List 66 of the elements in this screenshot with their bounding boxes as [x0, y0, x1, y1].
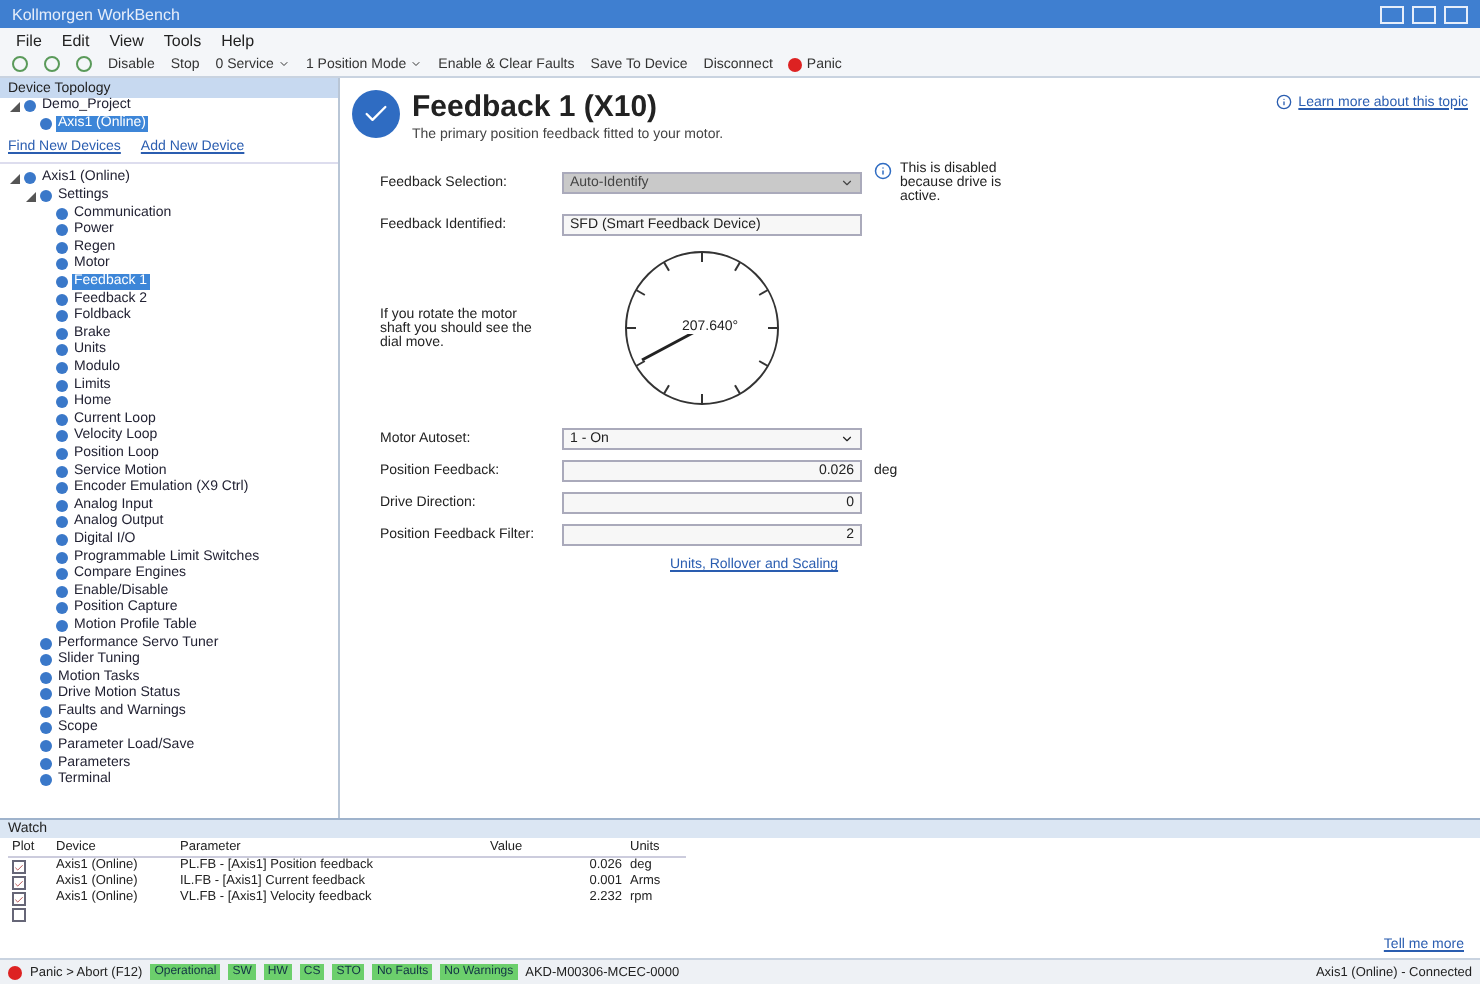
node-icon: [56, 533, 68, 546]
node-icon: [56, 379, 68, 392]
node-icon: [40, 688, 52, 701]
node-icon: [56, 413, 68, 426]
node-icon: [40, 654, 52, 667]
node-icon: [56, 396, 68, 409]
page-title: Feedback 1 (X10): [412, 90, 660, 124]
node-icon: [40, 740, 52, 753]
node-icon: [40, 774, 52, 787]
maximize-button[interactable]: [1412, 5, 1436, 23]
circle-icon[interactable]: [12, 56, 28, 72]
caret-icon: [840, 432, 854, 446]
circle-icon[interactable]: [76, 56, 92, 72]
node-icon: [56, 224, 68, 237]
node-icon: [40, 757, 52, 770]
node-icon: [40, 190, 52, 203]
expand-arrow-icon[interactable]: [9, 101, 19, 112]
expand-arrow-icon[interactable]: [9, 173, 19, 184]
node-icon: [56, 207, 68, 220]
caret-icon: [277, 58, 290, 70]
circle-icon[interactable]: [44, 56, 60, 72]
checkbox[interactable]: [12, 860, 26, 874]
stop-icon: [8, 965, 22, 979]
window-title: Kollmorgen WorkBench: [12, 5, 180, 23]
node-icon: [56, 276, 68, 289]
close-button[interactable]: [1444, 5, 1468, 23]
node-icon: [56, 551, 68, 564]
node-icon: [56, 585, 68, 598]
check-icon: [352, 90, 400, 138]
node-icon: [40, 637, 52, 650]
node-icon: [24, 172, 36, 185]
node-icon: [40, 722, 52, 735]
node-icon: [56, 619, 68, 632]
menu-item[interactable]: Tools: [163, 31, 202, 49]
node-icon: [40, 705, 52, 718]
caret-icon: [840, 176, 854, 190]
checkbox[interactable]: [12, 908, 26, 922]
node-icon: [56, 241, 68, 254]
node-icon: [56, 568, 68, 581]
node-icon: [56, 482, 68, 495]
menu-item[interactable]: Edit: [61, 31, 90, 49]
node-icon: [56, 447, 68, 460]
minimize-button[interactable]: [1380, 5, 1404, 23]
expand-arrow-icon[interactable]: [25, 191, 35, 202]
info-icon: [1276, 94, 1293, 110]
caret-icon: [410, 58, 423, 70]
node-icon: [40, 117, 52, 130]
node-icon: [56, 430, 68, 443]
node-icon: [56, 327, 68, 340]
checkbox[interactable]: [12, 892, 26, 906]
node-icon: [24, 100, 36, 113]
menu-item[interactable]: Help: [221, 31, 255, 49]
node-icon: [56, 310, 68, 323]
node-icon: [56, 362, 68, 375]
node-icon: [56, 465, 68, 478]
node-icon: [40, 671, 52, 684]
menu-item[interactable]: File: [16, 31, 42, 49]
node-icon: [56, 258, 68, 271]
info-icon: [874, 162, 892, 180]
node-icon: [56, 602, 68, 615]
node-icon: [56, 344, 68, 357]
checkbox[interactable]: [12, 876, 26, 890]
node-icon: [56, 516, 68, 529]
menu-item[interactable]: View: [109, 31, 144, 49]
node-icon: [56, 499, 68, 512]
node-icon: [56, 293, 68, 306]
